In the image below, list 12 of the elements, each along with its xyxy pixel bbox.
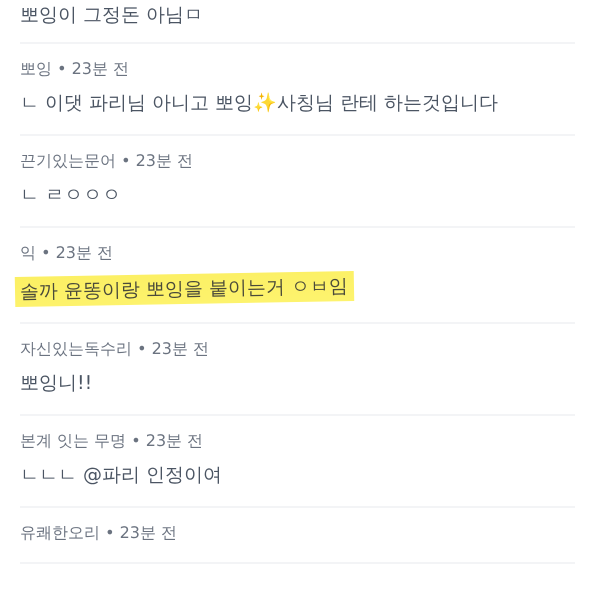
comment-meta: 본계 잇는 무명 • 23분 전 [20,430,204,452]
comment-text: ㄴ 이댓 파리님 아니고 뽀잉✨사칭님 란테 하는것입니다 [20,91,498,116]
comment-text: ㄴㄴㄴ @파리 인정이여 [20,463,222,488]
comment-meta: 자신있는독수리 • 23분 전 [20,338,210,360]
comment-meta: 끈기있는문어 • 23분 전 [20,150,194,172]
comment-meta: 뽀잉 • 23분 전 [20,58,130,80]
comment-text: 뽀잉이 그정돈 아님ㅁ [20,3,204,28]
comment-meta: 익 • 23분 전 [20,242,114,264]
comment-text: 솔까 윤똥이랑 뽀잉을 붙이는거 ㅇㅂ임 [14,271,354,307]
comment-text: 뽀잉니!! [20,371,92,396]
comment-text: ㄴ ㄹㅇㅇㅇ [20,183,122,208]
comment-meta: 유쾌한오리 • 23분 전 [20,522,178,544]
